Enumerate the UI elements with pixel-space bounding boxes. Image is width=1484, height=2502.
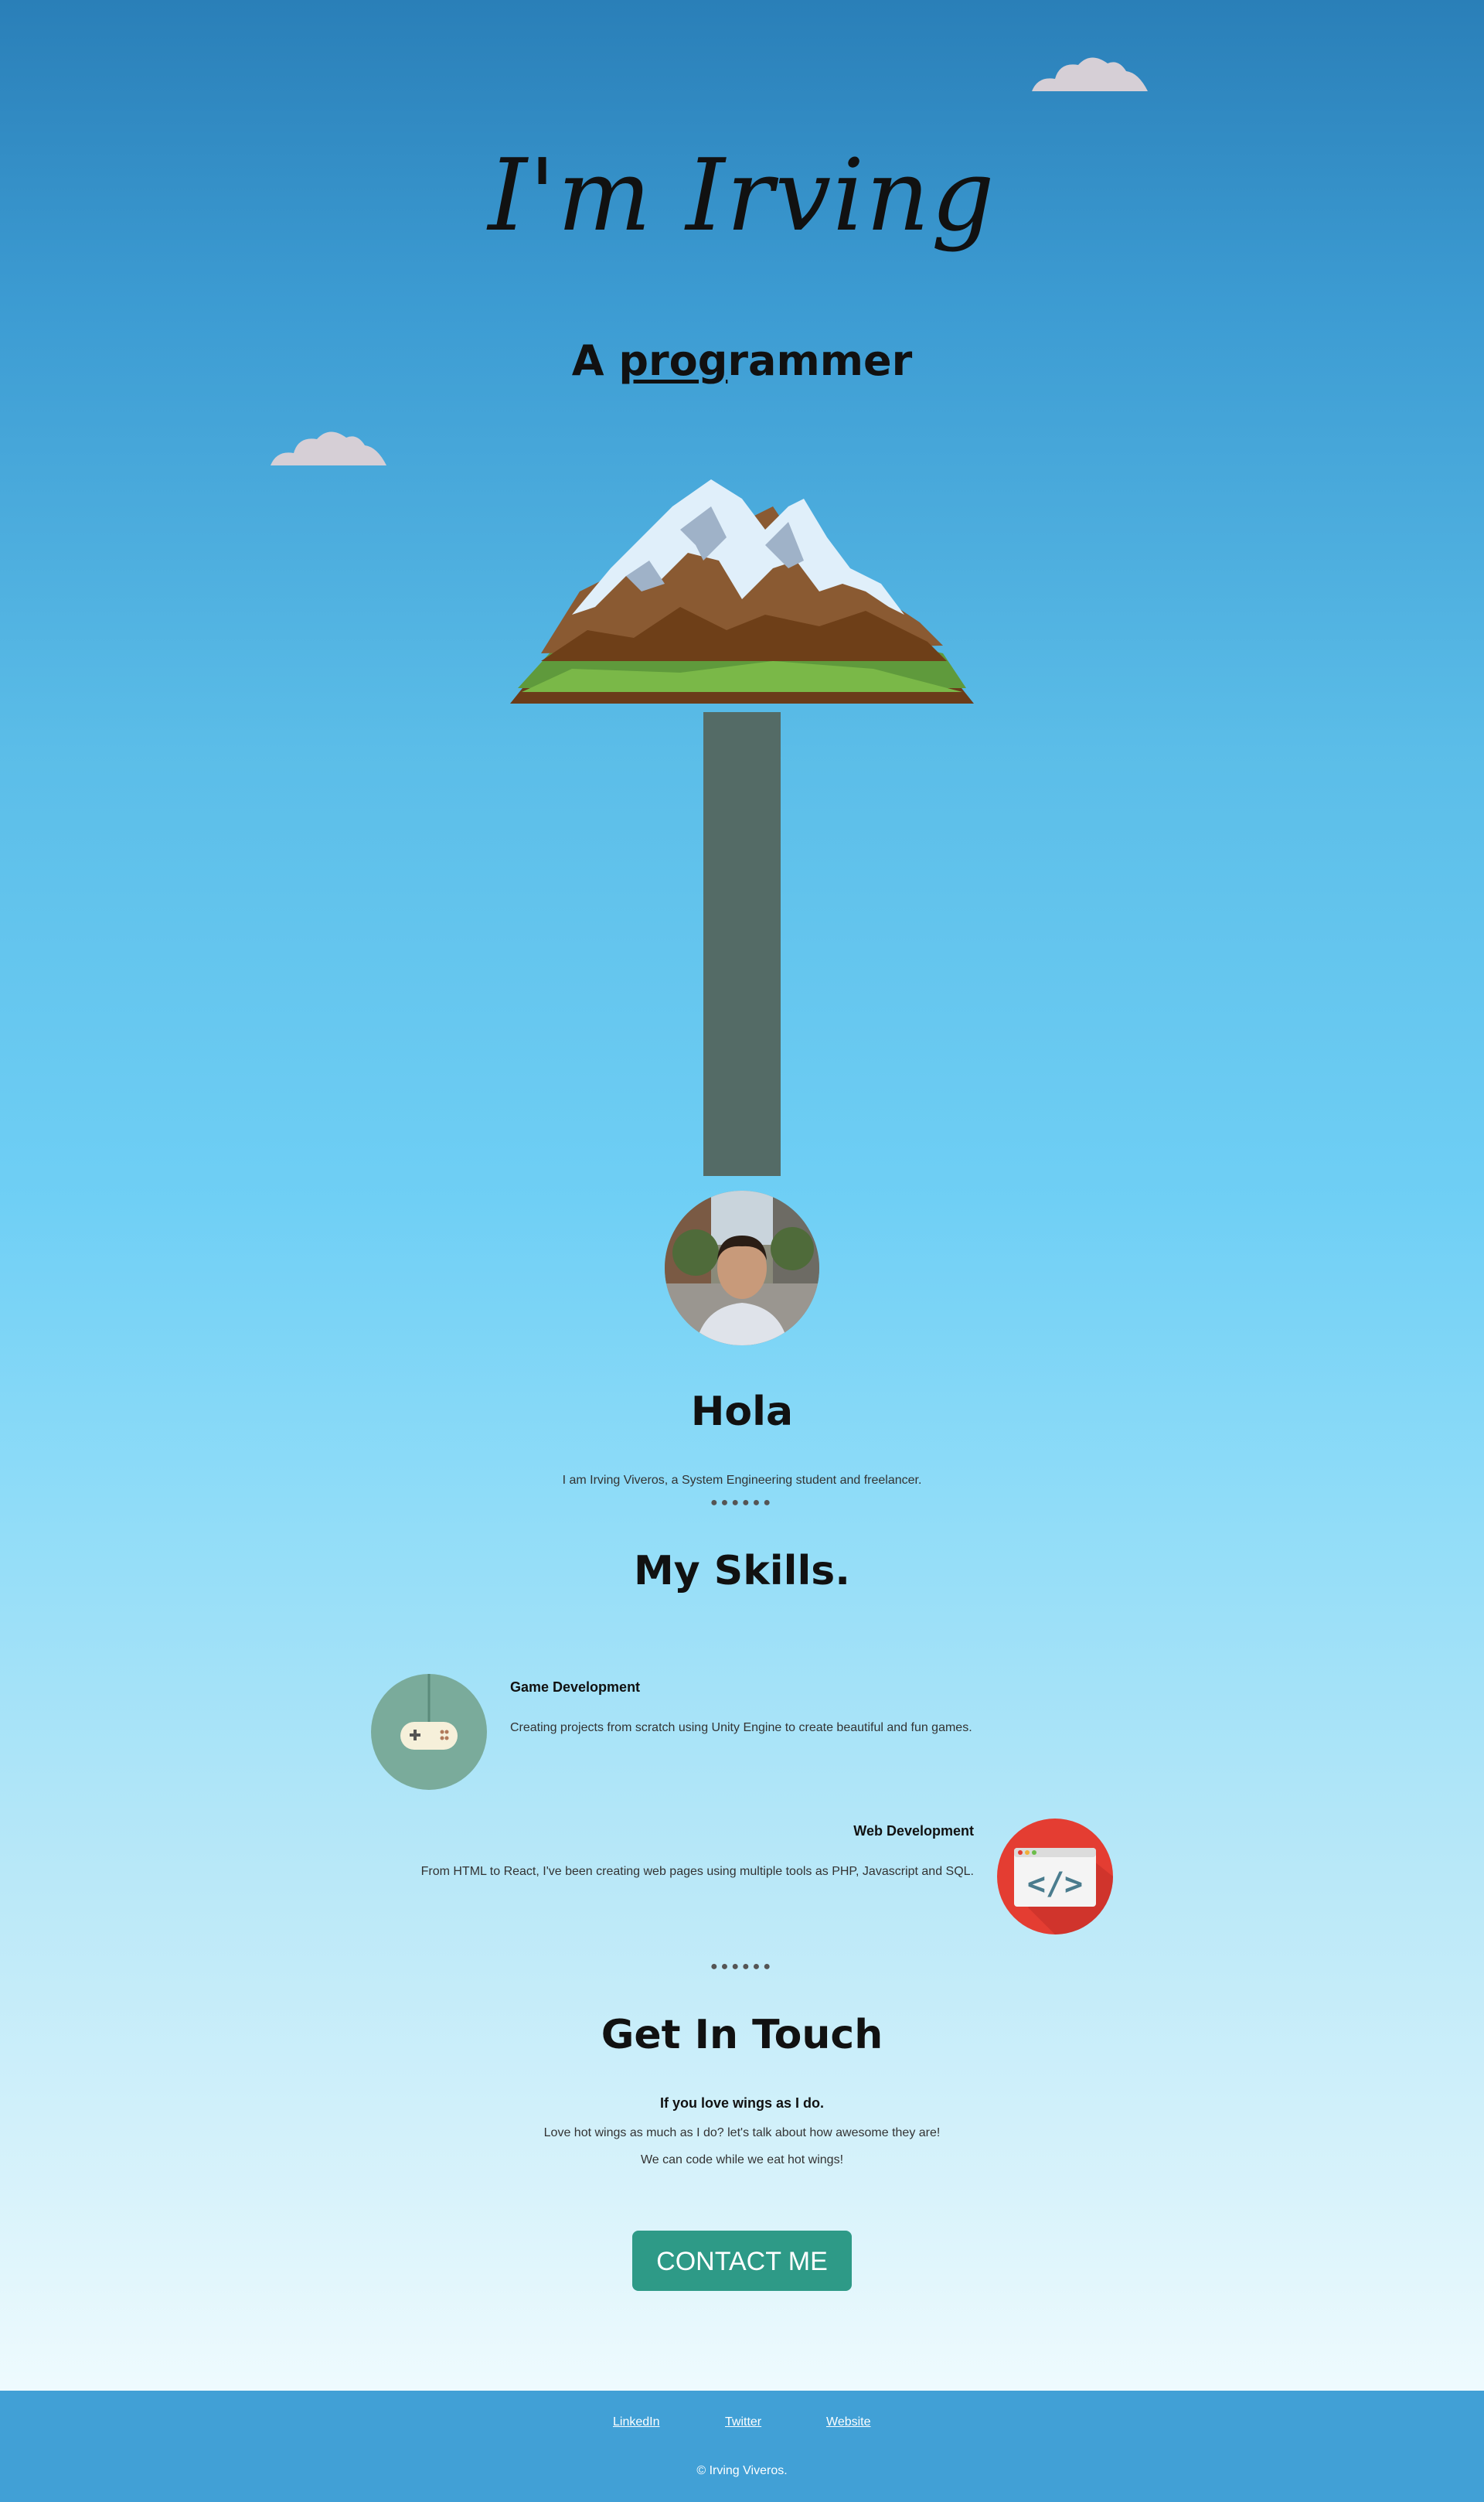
subtitle-prefix: A [571,336,619,385]
cloud-icon [1032,57,1148,91]
contact-line: We can code while we eat hot wings! [640,2153,844,2166]
contact-lead: If you love wings as I do. [659,2095,825,2111]
skills-heading: My Skills. [634,1548,850,1594]
contact-line: Love hot wings as much as I do? let's ta… [543,2126,941,2139]
skill-title: Game Development [510,1679,641,1695]
skill-description: Creating projects from scratch using Uni… [510,1721,972,1734]
avatar [665,1191,819,1345]
footer-link-linkedin[interactable]: LinkedIn [613,2415,660,2429]
subtitle-underlined: prog [618,336,728,385]
hero-subtitle: A programmer [0,340,1484,382]
subtitle-rest: rammer [727,336,913,385]
pole [703,712,781,1176]
gamepad-icon [371,1674,487,1790]
code-window-icon: </> [997,1819,1113,1934]
divider-dots: ●●●●●● [710,1960,774,1973]
footer-link-twitter[interactable]: Twitter [725,2415,761,2429]
footer: LinkedIn Twitter Website © Irving Vivero… [0,2391,1484,2502]
mountain-illustration [510,479,974,704]
divider-dots: ●●●●●● [710,1496,774,1509]
contact-me-button[interactable]: CONTACT ME [632,2231,852,2291]
about-text: I am Irving Viveros, a System Engineerin… [562,1474,922,1487]
hero-title: I'm Irving [488,138,996,254]
cloud-icon [271,431,386,465]
skill-description: From HTML to React, I've been creating w… [420,1865,974,1878]
skill-title: Web Development [853,1823,974,1839]
svg-text:</>: </> [1027,1866,1083,1902]
footer-link-website[interactable]: Website [826,2415,871,2429]
copyright: © Irving Viveros. [696,2464,788,2477]
about-heading: Hola [690,1389,794,1435]
contact-heading: Get In Touch [601,2012,883,2058]
